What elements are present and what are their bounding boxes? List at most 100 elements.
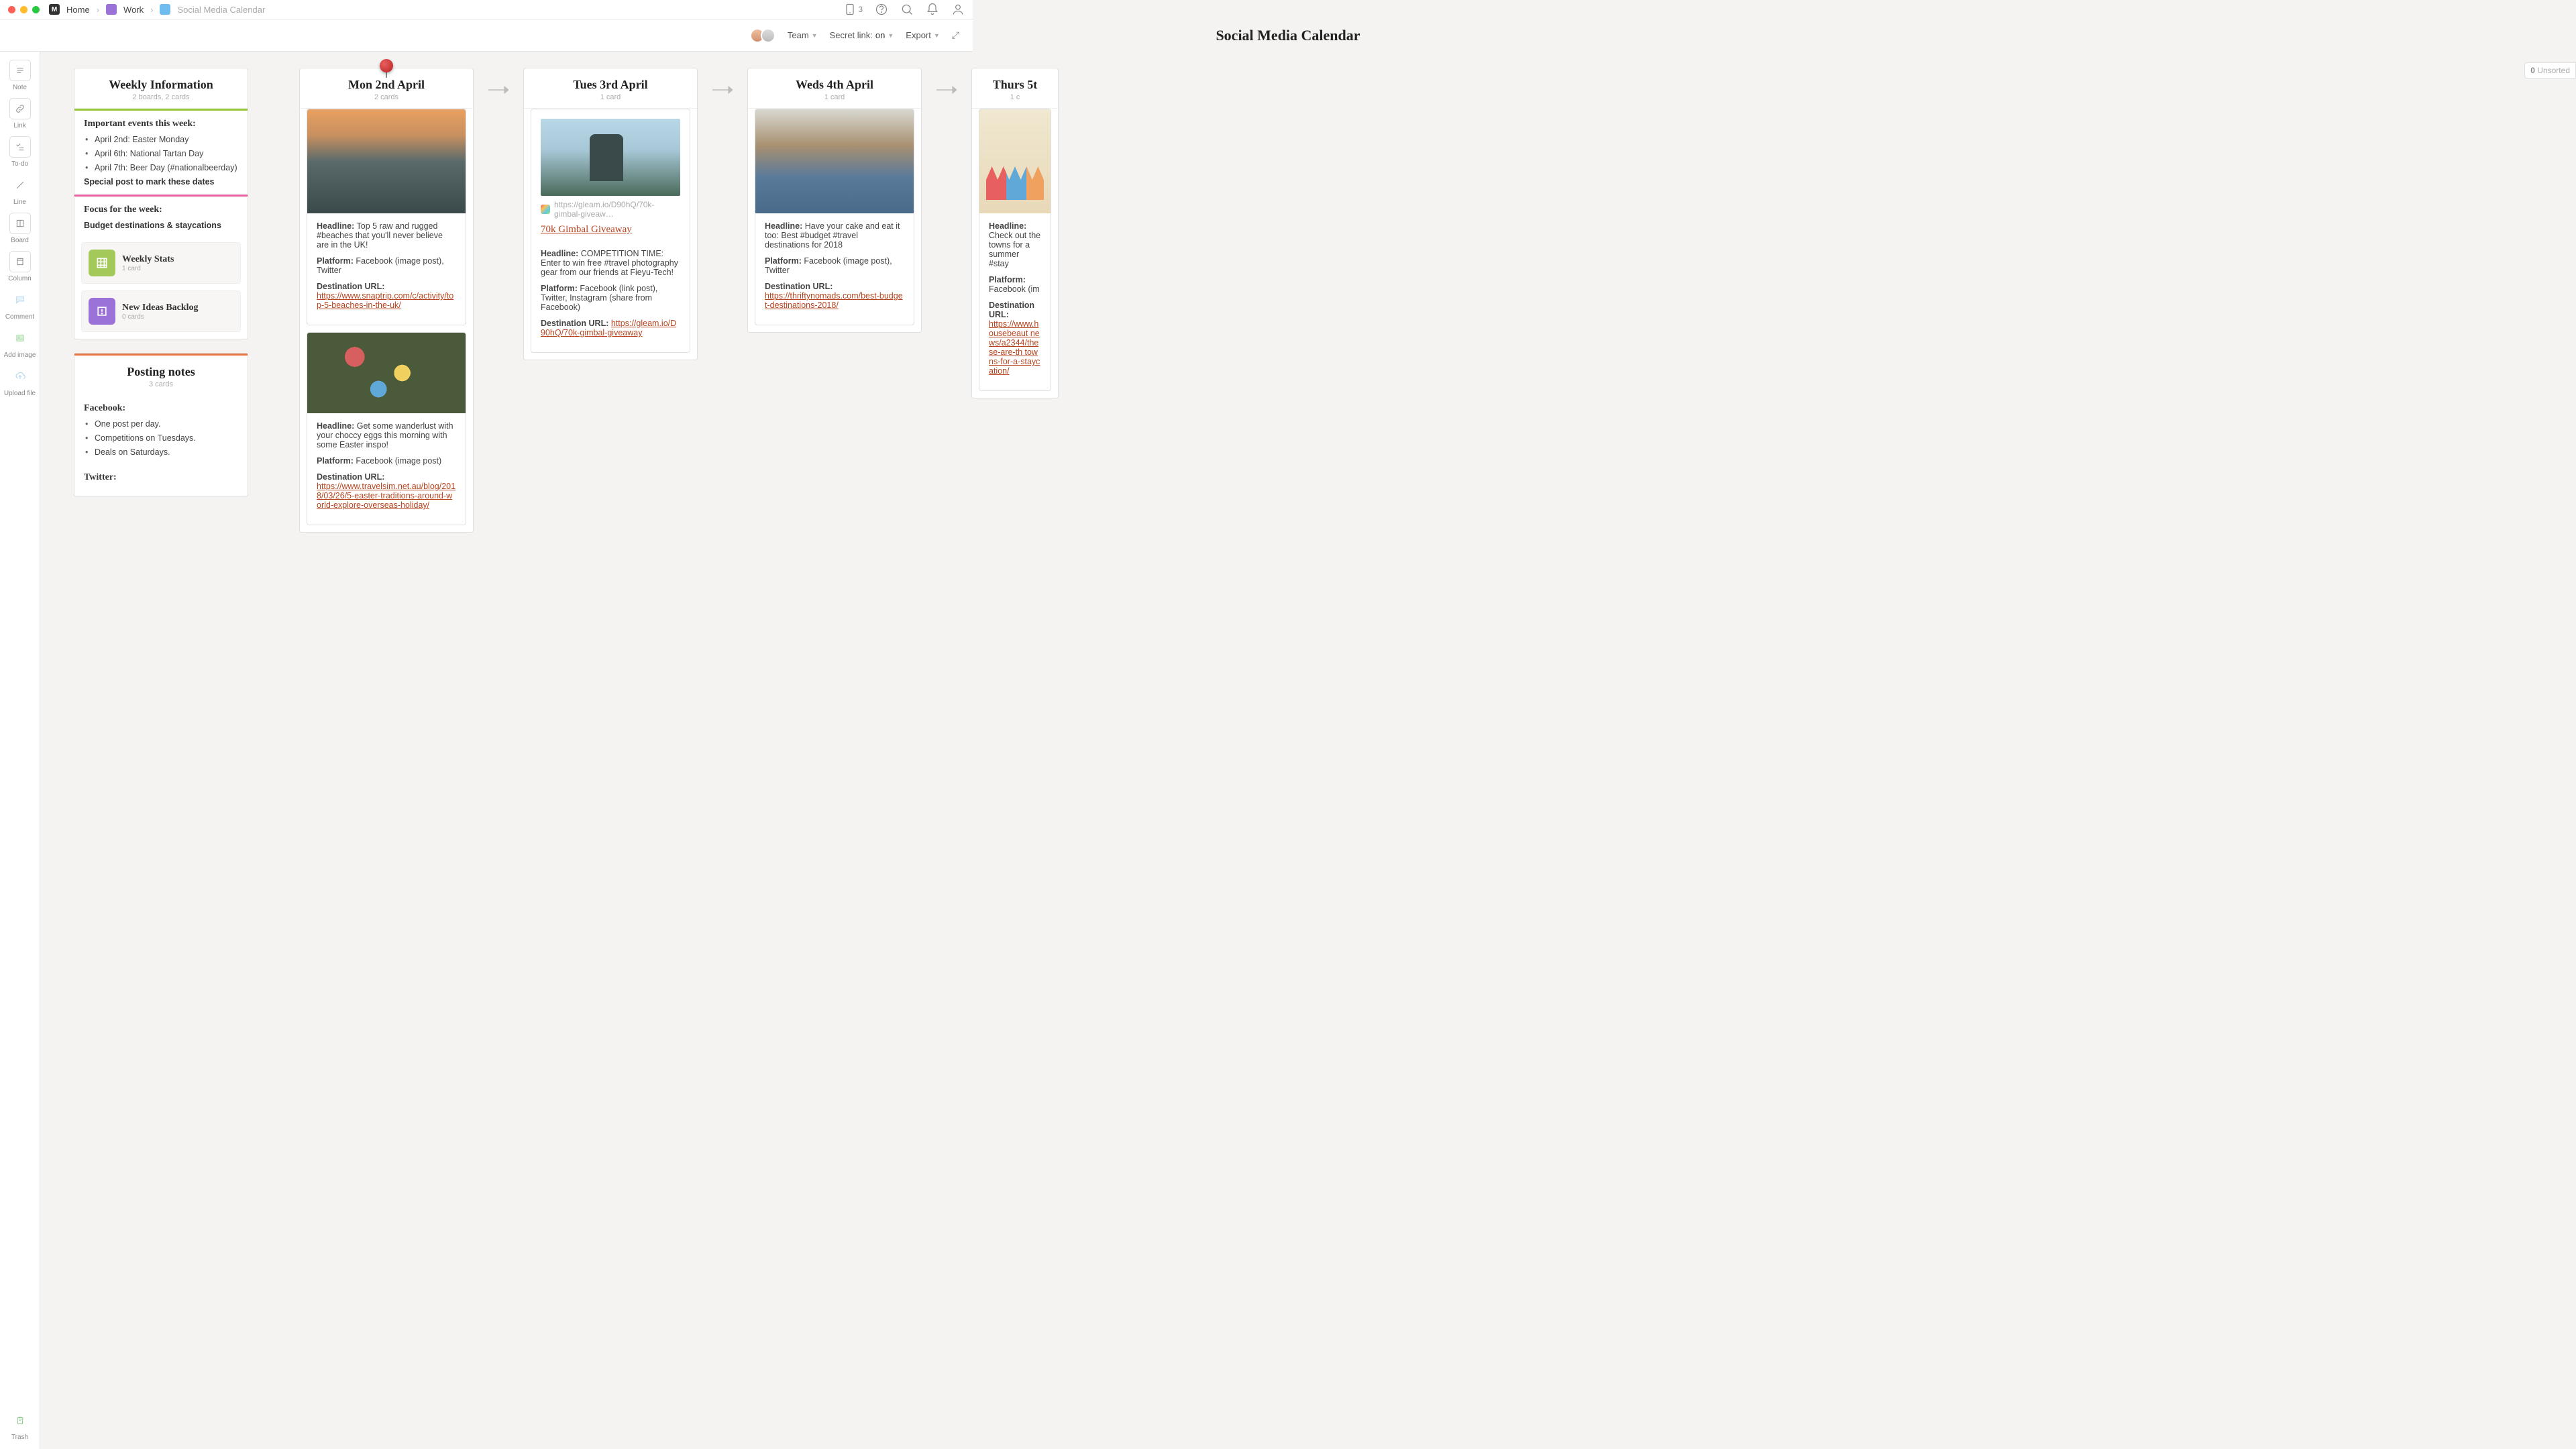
arrow-connector	[486, 68, 511, 95]
comment-tool[interactable]: Comment	[4, 289, 36, 321]
day-board-wednesday[interactable]: Weds 4th April 1 card Headline: Have you…	[747, 68, 922, 333]
section-note: Special post to mark these dates	[84, 177, 238, 186]
section-title: Facebook:	[84, 403, 238, 414]
user-icon[interactable]	[951, 3, 965, 16]
content-card[interactable]: Headline: Check out the towns for a summ…	[979, 109, 1051, 391]
close-window-button[interactable]	[8, 6, 15, 13]
content-card[interactable]: https://gleam.io/D90hQ/70k-gimbal-giveaw…	[531, 109, 690, 353]
content-card[interactable]: Headline: Get some wanderlust with your …	[307, 332, 466, 525]
avatar	[761, 28, 775, 43]
help-icon[interactable]	[875, 3, 888, 16]
breadcrumb-current: Social Media Calendar	[177, 5, 265, 15]
note-tool[interactable]: Note	[4, 60, 36, 91]
board-subtitle: 1 c	[983, 93, 1047, 101]
day-board-thursday[interactable]: Thurs 5t 1 c Headline: Check out the tow…	[971, 68, 1059, 398]
secret-link-toggle[interactable]: Secret link: on▼	[830, 30, 894, 40]
list-item: April 6th: National Tartan Day	[95, 149, 238, 158]
window-topbar: M Home › Work › Social Media Calendar 3	[0, 0, 973, 19]
chevron-right-icon: ›	[150, 5, 153, 15]
breadcrumb: M Home › Work › Social Media Calendar	[49, 4, 265, 15]
stats-icon	[89, 250, 115, 276]
card-image	[979, 109, 1051, 213]
pushpin-icon	[376, 59, 397, 80]
expand-icon[interactable]: ⤢	[952, 30, 959, 41]
backlog-icon	[89, 298, 115, 325]
page-title[interactable]: Social Media Calendar	[1216, 27, 1360, 44]
arrow-connector	[710, 68, 735, 95]
card-image	[307, 109, 466, 213]
card-image	[755, 109, 914, 213]
page-header: Social Media Calendar Team▼ Secret link:…	[0, 19, 973, 52]
board-title: Weds 4th April	[759, 78, 910, 92]
add-image-tool[interactable]: Add image	[4, 327, 36, 359]
line-tool[interactable]: Line	[4, 174, 36, 206]
home-icon: M	[49, 4, 60, 15]
board-subtitle: 2 cards	[311, 93, 462, 101]
maximize-window-button[interactable]	[32, 6, 40, 13]
trash-button[interactable]: Trash	[4, 1409, 36, 1441]
board-subtitle: 1 card	[759, 93, 910, 101]
folder-icon	[106, 4, 117, 15]
day-board-tuesday[interactable]: Tues 3rd April 1 card https://gleam.io/D…	[523, 68, 698, 360]
unsorted-button[interactable]: 0 Unsorted	[2524, 62, 2576, 78]
minimize-window-button[interactable]	[20, 6, 28, 13]
list-item: One post per day.	[95, 419, 238, 429]
list-item: Deals on Saturdays.	[95, 447, 238, 457]
todo-tool[interactable]: To-do	[4, 136, 36, 168]
destination-link[interactable]: https://www.housebeaut news/a2344/these-…	[989, 319, 1040, 376]
export-dropdown[interactable]: Export▼	[906, 30, 940, 40]
list-item: April 7th: Beer Day (#nationalbeerday)	[95, 163, 238, 172]
favicon-icon	[541, 205, 550, 214]
tablet-icon	[843, 3, 857, 16]
chevron-right-icon: ›	[97, 5, 99, 15]
list-item: Competitions on Tuesdays.	[95, 433, 238, 443]
link-url-text: https://gleam.io/D90hQ/70k-gimbal-giveaw…	[554, 200, 680, 219]
content-card[interactable]: Headline: Top 5 raw and rugged #beaches …	[307, 109, 466, 325]
list-item: April 2nd: Easter Monday	[95, 135, 238, 144]
upload-file-tool[interactable]: Upload file	[4, 366, 36, 397]
chevron-down-icon: ▼	[934, 32, 940, 39]
events-list: April 2nd: Easter Monday April 6th: Nati…	[84, 135, 238, 172]
board-tool[interactable]: Board	[4, 213, 36, 244]
tool-sidebar: Note Link To-do Line Board Column Commen…	[0, 52, 40, 1449]
devices-button[interactable]: 3	[843, 3, 863, 16]
fb-rules-list: One post per day. Competitions on Tuesda…	[84, 419, 238, 457]
ideas-backlog-card[interactable]: New Ideas Backlog0 cards	[81, 290, 241, 332]
link-title[interactable]: 70k Gimbal Giveaway	[531, 223, 690, 241]
board-title: Weekly Information	[85, 78, 237, 92]
breadcrumb-work[interactable]: Work	[123, 5, 144, 15]
bell-icon[interactable]	[926, 3, 939, 16]
team-dropdown[interactable]: Team▼	[788, 30, 818, 40]
card-image	[307, 333, 466, 413]
board-title: Posting notes	[85, 365, 237, 379]
chevron-down-icon: ▼	[888, 32, 894, 39]
board-subtitle: 3 cards	[85, 380, 237, 388]
posting-notes-board[interactable]: Posting notes 3 cards Facebook: One post…	[74, 353, 248, 497]
search-icon[interactable]	[900, 3, 914, 16]
board-title: Tues 3rd April	[535, 78, 686, 92]
column-tool[interactable]: Column	[4, 251, 36, 282]
day-board-monday[interactable]: Mon 2nd April 2 cards Headline: Top 5 ra…	[299, 68, 474, 533]
breadcrumb-home[interactable]: Home	[66, 5, 90, 15]
section-title: Important events this week:	[84, 119, 238, 129]
destination-link[interactable]: https://www.snaptrip.com/c/activity/top-…	[317, 291, 453, 310]
section-title: Twitter:	[84, 472, 238, 483]
window-controls	[8, 6, 40, 13]
board-subtitle: 2 boards, 2 cards	[85, 93, 237, 101]
focus-text: Budget destinations & staycations	[84, 221, 238, 230]
link-tool[interactable]: Link	[4, 98, 36, 129]
team-avatars[interactable]	[750, 28, 775, 43]
destination-link[interactable]: https://www.travelsim.net.au/blog/2018/0…	[317, 482, 455, 510]
board-icon	[160, 4, 170, 15]
chevron-down-icon: ▼	[812, 32, 818, 39]
section-title: Focus for the week:	[84, 205, 238, 215]
board-canvas[interactable]: 0 Unsorted Weekly Information 2 boards, …	[40, 52, 2576, 1449]
content-card[interactable]: Headline: Have your cake and eat it too:…	[755, 109, 914, 325]
board-title: Thurs 5t	[983, 78, 1047, 92]
board-subtitle: 1 card	[535, 93, 686, 101]
arrow-connector	[934, 68, 959, 95]
weekly-info-board[interactable]: Weekly Information 2 boards, 2 cards Imp…	[74, 68, 248, 339]
card-image	[541, 119, 680, 196]
destination-link[interactable]: https://thriftynomads.com/best-budget-de…	[765, 291, 903, 310]
weekly-stats-card[interactable]: Weekly Stats1 card	[81, 242, 241, 284]
